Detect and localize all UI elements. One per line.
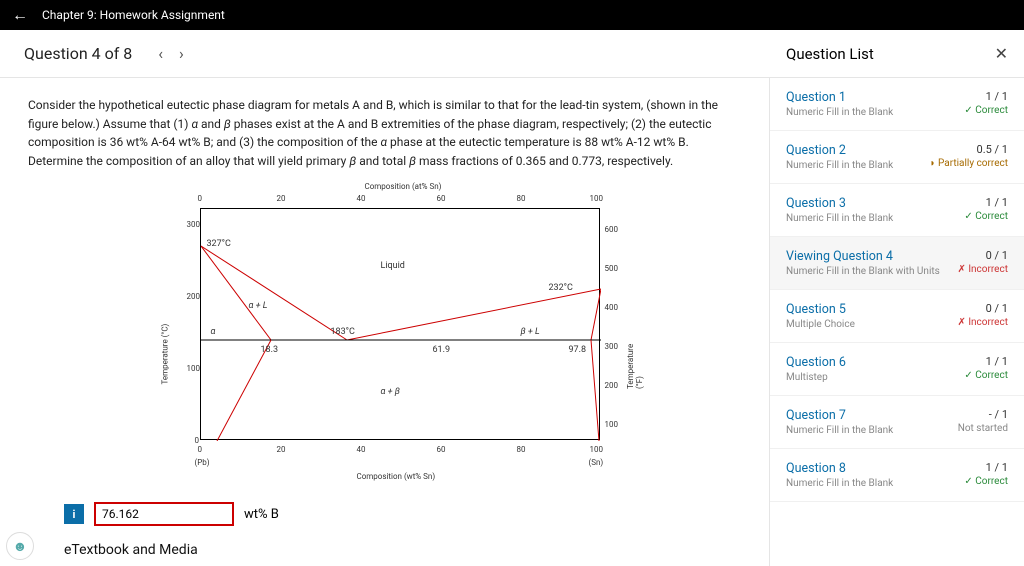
question-name: Viewing Question 4 [786, 249, 940, 264]
question-counter: Question 4 of 8 [24, 44, 132, 63]
question-type: Multiple Choice [786, 319, 855, 330]
question-score: 1 / 1 [964, 90, 1008, 103]
question-list: Question 1 Numeric Fill in the Blank 1 / 1… [770, 78, 1024, 566]
question-status: Not started [958, 423, 1008, 434]
question-score: 0 / 1 [957, 302, 1008, 315]
top-axis-title: Composition (at% Sn) [365, 182, 442, 191]
question-list-header: Question List ✕ [770, 30, 1024, 78]
question-name: Question 5 [786, 302, 855, 317]
question-list-title: Question List [786, 45, 874, 63]
question-score: 0 / 1 [957, 249, 1008, 262]
question-list-item[interactable]: Question 7 Numeric Fill in the Blank - / 1… [770, 396, 1024, 449]
question-status: ✗ Incorrect [957, 264, 1008, 275]
question-status: ◗ Partially correct [930, 158, 1009, 169]
question-type: Numeric Fill in the Blank [786, 107, 893, 118]
prev-button[interactable]: ‹ [150, 44, 171, 63]
right-axis-title: Temperature (°F) [626, 344, 644, 389]
question-name: Question 8 [786, 461, 893, 476]
phase-diagram: Composition (at% Sn) Composition (wt% Sn… [125, 180, 645, 490]
answer-input[interactable] [94, 502, 234, 526]
question-type: Multistep [786, 372, 846, 383]
etextbook-link[interactable]: eTextbook and Media [64, 542, 741, 558]
problem-text: Consider the hypothetical eutectic phase… [28, 96, 741, 170]
question-name: Question 1 [786, 90, 893, 105]
question-list-item[interactable]: Question 2 Numeric Fill in the Blank 0.5 /… [770, 131, 1024, 184]
left-axis-title: Temperature (°C) [160, 324, 169, 385]
question-score: 1 / 1 [964, 196, 1008, 209]
close-icon[interactable]: ✕ [995, 44, 1008, 63]
question-status: ✗ Incorrect [957, 317, 1008, 328]
back-icon[interactable]: ← [12, 5, 28, 25]
question-list-item[interactable]: Question 3 Numeric Fill in the Blank 1 / 1… [770, 184, 1024, 237]
answer-row: i wt% B [64, 502, 741, 526]
question-list-panel: Question List ✕ Question 1Numeric Fill i… [769, 78, 1024, 566]
question-status: ✓ Correct [964, 476, 1008, 487]
question-status: ✓ Correct [964, 370, 1008, 381]
question-list-item[interactable]: Question 1 Numeric Fill in the Blank 1 / 1… [770, 78, 1024, 131]
question-name: Question 6 [786, 355, 846, 370]
question-type: Numeric Fill in the Blank [786, 160, 893, 171]
question-list-item[interactable]: Question 5 Multiple Choice 0 / 1 ✗ Incorrec… [770, 290, 1024, 343]
question-type: Numeric Fill in the Blank [786, 425, 893, 436]
question-type: Numeric Fill in the Blank with Units [786, 266, 940, 277]
question-list-item[interactable]: Viewing Question 4 Numeric Fill in the Bl… [770, 237, 1024, 290]
question-type: Numeric Fill in the Blank [786, 213, 893, 224]
question-name: Question 2 [786, 143, 893, 158]
question-name: Question 3 [786, 196, 893, 211]
brand-icon[interactable]: ☻ [6, 532, 34, 560]
plot-box: 327°C 232°C Liquid α + L β + L α 183°C α… [200, 208, 600, 440]
question-list-item[interactable]: Question 6 Multistep 1 / 1 ✓ Correct [770, 343, 1024, 396]
question-score: 1 / 1 [964, 461, 1008, 474]
chapter-title: Chapter 9: Homework Assignment [42, 8, 225, 22]
topbar: ← Chapter 9: Homework Assignment [0, 0, 1024, 30]
info-button[interactable]: i [64, 504, 84, 524]
question-list-item[interactable]: Question 8 Numeric Fill in the Blank 1 / 1… [770, 449, 1024, 502]
question-name: Question 7 [786, 408, 893, 423]
question-score: - / 1 [958, 408, 1008, 421]
question-status: ✓ Correct [964, 105, 1008, 116]
question-panel: Consider the hypothetical eutectic phase… [0, 78, 769, 566]
next-button[interactable]: › [171, 44, 192, 63]
question-score: 0.5 / 1 [930, 143, 1009, 156]
question-type: Numeric Fill in the Blank [786, 478, 893, 489]
question-status: ✓ Correct [964, 211, 1008, 222]
bottom-axis-title: Composition (wt% Sn) [357, 472, 436, 481]
question-score: 1 / 1 [964, 355, 1008, 368]
answer-unit: wt% B [244, 507, 279, 522]
